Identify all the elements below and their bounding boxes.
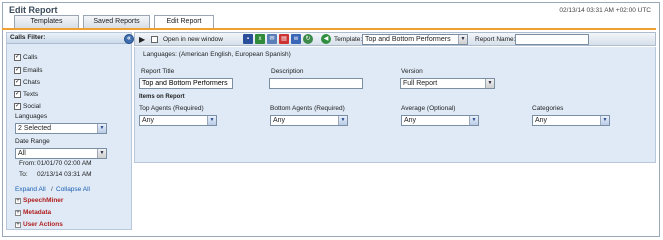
channel-texts-label: Texts <box>23 91 39 98</box>
from-label: From: <box>19 160 36 167</box>
languages-select-value: 2 Selected <box>18 125 52 132</box>
chevron-down-icon: ▼ <box>458 35 467 44</box>
tree-item-user-actions[interactable]: + User Actions <box>15 221 63 228</box>
report-name-input[interactable] <box>515 34 589 45</box>
channel-emails-label: Emails <box>23 67 43 74</box>
languages-select[interactable]: 2 Selected ▼ <box>15 123 107 134</box>
filter-panel-header: Calls Filter: « <box>7 33 134 44</box>
template-select-value: Top and Bottom Performers <box>365 36 451 43</box>
checkbox-chats[interactable]: ✓ <box>14 79 21 86</box>
version-select-value: Full Report <box>403 80 438 87</box>
tab-underline <box>2 28 656 30</box>
report-title-label: Report Title <box>141 68 175 75</box>
to-value: 02/13/14 03:31 AM <box>37 171 92 178</box>
expand-plus-icon[interactable]: + <box>15 210 21 216</box>
export-excel-icon[interactable]: x <box>255 34 265 44</box>
expand-all-link[interactable]: Expand All <box>15 186 46 193</box>
bottom-agents-value: Any <box>273 117 286 124</box>
checkbox-emails[interactable]: ✓ <box>14 67 21 74</box>
channel-social-label: Social <box>23 103 41 110</box>
open-new-window-label: Open in new window <box>163 36 223 43</box>
page-title: Edit Report <box>9 5 58 15</box>
calls-filter-panel: Calls Filter: « ✓ Calls ✓ Emails ✓ Chats… <box>6 32 134 230</box>
email-icon[interactable]: ✉ <box>267 34 277 44</box>
items-on-report-heading: Items on Report <box>139 94 185 100</box>
collapse-all-link[interactable]: Collapse All <box>56 186 90 193</box>
top-agents-value: Any <box>142 117 155 124</box>
channel-social[interactable]: ✓ Social <box>14 102 41 111</box>
play-icon[interactable]: ▶ <box>139 34 145 45</box>
save-icon[interactable]: ▪ <box>243 34 253 44</box>
report-name-label: Report Name: <box>475 36 516 43</box>
template-label: Template: <box>334 36 363 43</box>
languages-info: Languages: (American English, European S… <box>143 51 291 58</box>
version-select[interactable]: Full Report ▼ <box>400 78 495 89</box>
languages-label: Languages <box>15 113 48 120</box>
chevron-down-icon: ▼ <box>97 149 106 158</box>
from-value: 01/01/70 02:00 AM <box>37 160 92 167</box>
bottom-agents-label: Bottom Agents (Required) <box>270 105 345 112</box>
tree-item-user-actions-label: User Actions <box>23 221 63 228</box>
report-title-input[interactable] <box>139 78 233 89</box>
link-separator: / <box>51 186 53 193</box>
tab-templates[interactable]: Templates <box>14 15 79 28</box>
chevron-down-icon: ▼ <box>485 79 494 88</box>
description-label: Description <box>271 68 304 75</box>
date-range-select[interactable]: All ▼ <box>15 148 107 159</box>
tree-item-speechminer-label: SpeechMiner <box>23 197 64 204</box>
average-value: Any <box>404 117 417 124</box>
expand-plus-icon[interactable]: + <box>15 198 21 204</box>
tab-edit-report[interactable]: Edit Report <box>154 15 214 29</box>
report-editor: ▶ Open in new window ▪ x ✉ ▤ w ↻ ◀ Templ… <box>134 32 656 230</box>
channel-emails[interactable]: ✓ Emails <box>14 66 43 75</box>
categories-select[interactable]: Any ▼ <box>532 115 610 126</box>
chevron-down-icon: ▼ <box>207 116 216 125</box>
bottom-agents-select[interactable]: Any ▼ <box>270 115 348 126</box>
refresh-icon[interactable]: ↻ <box>303 34 313 44</box>
channel-calls[interactable]: ✓ Calls <box>14 53 38 62</box>
channel-chats-label: Chats <box>23 79 40 86</box>
tab-saved-reports[interactable]: Saved Reports <box>83 15 150 28</box>
open-new-window-checkbox[interactable] <box>151 36 158 43</box>
expand-plus-icon[interactable]: + <box>15 222 21 228</box>
export-pdf-icon[interactable]: ▤ <box>279 34 289 44</box>
date-range-select-value: All <box>18 150 26 157</box>
channel-texts[interactable]: ✓ Texts <box>14 90 39 99</box>
back-arrow-icon[interactable]: ◀ <box>321 34 331 44</box>
report-toolbar: ▶ Open in new window ▪ x ✉ ▤ w ↻ ◀ Templ… <box>134 32 656 46</box>
checkbox-social[interactable]: ✓ <box>14 103 21 110</box>
tree-item-metadata-label: Metadata <box>23 209 52 216</box>
average-select[interactable]: Any ▼ <box>401 115 479 126</box>
categories-label: Categories <box>532 105 564 112</box>
checkbox-texts[interactable]: ✓ <box>14 91 21 98</box>
channel-calls-label: Calls <box>23 54 38 61</box>
template-select[interactable]: Top and Bottom Performers ▼ <box>362 34 468 45</box>
chevron-down-icon: ▼ <box>469 116 478 125</box>
collapse-panel-icon[interactable]: « <box>124 34 134 44</box>
channel-chats[interactable]: ✓ Chats <box>14 78 40 87</box>
to-label: To: <box>19 171 28 178</box>
checkbox-calls[interactable]: ✓ <box>14 54 21 61</box>
top-agents-label: Top Agents (Required) <box>139 105 204 112</box>
filter-panel-title: Calls Filter: <box>10 34 46 41</box>
chevron-down-icon: ▼ <box>338 116 347 125</box>
report-form: Languages: (American English, European S… <box>134 47 656 163</box>
average-label: Average (Optional) <box>401 105 456 112</box>
top-agents-select[interactable]: Any ▼ <box>139 115 217 126</box>
chevron-down-icon: ▼ <box>97 124 106 133</box>
categories-value: Any <box>535 117 548 124</box>
description-input[interactable] <box>269 78 363 89</box>
export-word-icon[interactable]: w <box>291 34 301 44</box>
tree-item-metadata[interactable]: + Metadata <box>15 209 52 216</box>
tree-item-speechminer[interactable]: + SpeechMiner <box>15 197 64 204</box>
chevron-down-icon: ▼ <box>600 116 609 125</box>
version-label: Version <box>401 68 423 75</box>
date-range-label: Date Range <box>15 138 50 145</box>
timestamp: 02/13/14 03:31 AM +02:00 UTC <box>559 7 651 14</box>
